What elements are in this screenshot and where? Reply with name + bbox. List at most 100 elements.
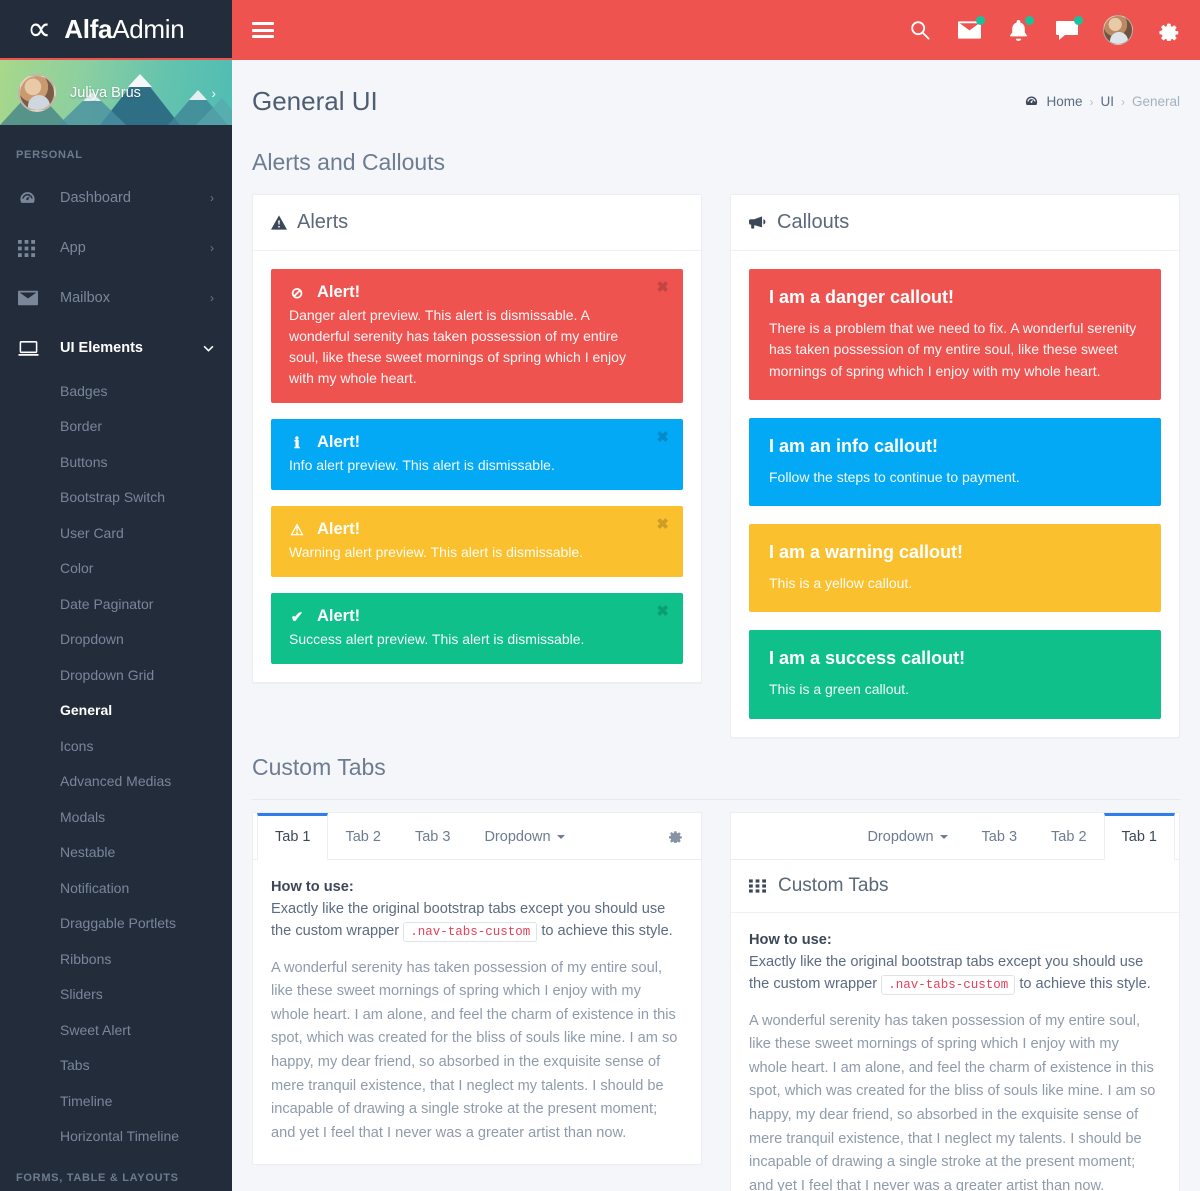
- close-icon[interactable]: ✖: [656, 604, 669, 619]
- close-icon[interactable]: ✖: [656, 430, 669, 445]
- sidebar-subitem-horizontal-timeline[interactable]: Horizontal Timeline: [0, 1119, 232, 1155]
- close-icon[interactable]: ✖: [656, 280, 669, 295]
- tab-2[interactable]: Tab 2: [328, 813, 397, 859]
- callout-title: I am a success callout!: [769, 648, 966, 669]
- callouts-card-title: Callouts: [777, 211, 850, 233]
- mail-icon[interactable]: [956, 16, 985, 43]
- brand-name-bold: Alfa: [64, 13, 113, 44]
- callout-text: This is a green callout.: [769, 681, 910, 698]
- howto-after: to achieve this style.: [1019, 976, 1151, 993]
- alerts-card: Alerts ⊘ Alert! Danger alert preview. Th…: [252, 194, 702, 683]
- breadcrumb-current: General: [1131, 94, 1180, 109]
- avatar[interactable]: [1103, 15, 1133, 45]
- section-title-alerts: Alerts and Callouts: [252, 149, 446, 175]
- sidebar-item-dashboard[interactable]: Dashboard ›: [0, 173, 232, 223]
- search-icon[interactable]: [907, 17, 933, 43]
- dashboard-icon: [1024, 94, 1039, 109]
- brand-logo-area[interactable]: ∝ AlfaAdmin: [0, 0, 232, 60]
- alert-title-row: ✔ Alert!: [289, 607, 643, 626]
- sidebar-subitem-buttons[interactable]: Buttons: [0, 444, 232, 480]
- sidebar-subitem-border[interactable]: Border: [0, 409, 232, 445]
- caret-down-icon: [939, 834, 948, 839]
- howto-label: How to use:: [271, 878, 354, 895]
- alert-warning: ⚠ Alert! Warning alert preview. This ale…: [271, 506, 683, 577]
- tab-1[interactable]: Tab 1: [1103, 812, 1175, 860]
- alert-danger: ⊘ Alert! Danger alert preview. This aler…: [271, 269, 683, 403]
- page-header: General UI Home › UI › General: [252, 60, 1180, 133]
- howto-text: How to use: Exactly like the original bo…: [749, 929, 1161, 996]
- sidebar-item-ui-elements[interactable]: UI Elements: [0, 323, 232, 373]
- alert-text: Info alert preview. This alert is dismis…: [289, 457, 555, 473]
- sidebar-subitem-dropdown-grid[interactable]: Dropdown Grid: [0, 657, 232, 693]
- sidebar-section-personal: PERSONAL: [16, 149, 83, 161]
- notification-dot: [1025, 16, 1034, 25]
- gear-icon[interactable]: [668, 828, 683, 844]
- sidebar-subitem-badges[interactable]: Badges: [0, 373, 232, 409]
- callouts-card: Callouts I am a danger callout! There is…: [730, 194, 1180, 738]
- main-area: General UI Home › UI › General Alerts an…: [232, 0, 1200, 1191]
- sidebar-subitem-timeline[interactable]: Timeline: [0, 1083, 232, 1119]
- callouts-card-body: I am a danger callout! There is a proble…: [731, 251, 1179, 737]
- sidebar-profile[interactable]: Juliya Brus ›: [0, 60, 232, 125]
- sidebar-item-mailbox[interactable]: Mailbox ›: [0, 273, 232, 323]
- sidebar-subitem-icons[interactable]: Icons: [0, 728, 232, 764]
- alert-title-row: ℹ Alert!: [289, 433, 643, 452]
- tab-dropdown[interactable]: Dropdown: [850, 813, 964, 859]
- sidebar-subitem-tabs[interactable]: Tabs: [0, 1048, 232, 1084]
- callout-title: I am a warning callout!: [769, 542, 964, 563]
- tab-3[interactable]: Tab 3: [965, 813, 1034, 859]
- sidebar: ∝ AlfaAdmin Juliya Brus › PERSONAL Dashb…: [0, 0, 232, 1191]
- sidebar-subitem-sweet-alert[interactable]: Sweet Alert: [0, 1012, 232, 1048]
- dashboard-icon: [18, 189, 46, 208]
- sidebar-subitem-advanced-medias[interactable]: Advanced Medias: [0, 764, 232, 800]
- sidebar-subitem-general[interactable]: General: [0, 693, 232, 729]
- alerts-callouts-row: Alerts ⊘ Alert! Danger alert preview. Th…: [252, 194, 1180, 738]
- sidebar-subitem-draggable-portlets[interactable]: Draggable Portlets: [0, 906, 232, 942]
- chevron-right-icon: ›: [210, 191, 214, 205]
- sidebar-subitem-modals[interactable]: Modals: [0, 799, 232, 835]
- tab-2[interactable]: Tab 2: [1034, 813, 1103, 859]
- tab-dropdown[interactable]: Dropdown: [467, 813, 581, 859]
- sidebar-subitem-bootstrap-switch[interactable]: Bootstrap Switch: [0, 480, 232, 516]
- sidebar-subitem-notification[interactable]: Notification: [0, 870, 232, 906]
- callout-text: Follow the steps to continue to payment.: [769, 468, 1020, 485]
- breadcrumb-ui[interactable]: UI: [1100, 94, 1114, 109]
- sidebar-subitem-user-card[interactable]: User Card: [0, 515, 232, 551]
- tabs-right-paragraph: A wonderful serenity has taken possessio…: [749, 1012, 1156, 1191]
- sidebar-subitem-color[interactable]: Color: [0, 551, 232, 587]
- alert-title: Alert!: [317, 283, 361, 301]
- sidebar-subitem-date-paginator[interactable]: Date Paginator: [0, 586, 232, 622]
- sidebar-subitem-ribbons[interactable]: Ribbons: [0, 941, 232, 977]
- chevron-down-icon: [203, 345, 214, 352]
- sidebar-subitem-dropdown[interactable]: Dropdown: [0, 622, 232, 658]
- chevron-right-icon: ›: [1120, 94, 1125, 109]
- brand-name: AlfaAdmin: [64, 14, 184, 45]
- chevron-right-icon: ›: [210, 291, 214, 305]
- alert-info: ℹ Alert! Info alert preview. This alert …: [271, 419, 683, 490]
- callout-info: I am an info callout! Follow the steps t…: [749, 417, 1161, 507]
- sidebar-subitem-nestable[interactable]: Nestable: [0, 835, 232, 871]
- tab-1[interactable]: Tab 1: [257, 812, 329, 860]
- gear-icon[interactable]: [1156, 17, 1182, 43]
- topbar: [232, 0, 1200, 60]
- check-icon: ✔: [290, 608, 304, 626]
- warning-triangle-icon: [271, 215, 287, 230]
- custom-tabs-row: Tab 1 Tab 2 Tab 3 Dropdown How to use: E…: [252, 811, 1180, 1191]
- hamburger-menu-icon[interactable]: [252, 19, 274, 42]
- howto-code: .nav-tabs-custom: [881, 975, 1016, 996]
- callout-text: There is a problem that we need to fix. …: [769, 320, 1137, 379]
- chat-icon[interactable]: [1054, 16, 1083, 43]
- bell-icon[interactable]: [1005, 16, 1034, 43]
- close-icon[interactable]: ✖: [656, 517, 669, 532]
- alert-text: Danger alert preview. This alert is dism…: [289, 307, 626, 386]
- sidebar-subitem-sliders[interactable]: Sliders: [0, 977, 232, 1013]
- tabs-right-nav: Dropdown Tab 3 Tab 2 Tab 1: [731, 812, 1179, 860]
- alert-title-row: ⊘ Alert!: [289, 283, 643, 302]
- chevron-right-icon[interactable]: ›: [211, 85, 216, 101]
- sidebar-item-app[interactable]: App ›: [0, 223, 232, 273]
- alert-title: Alert!: [317, 520, 361, 538]
- callout-success: I am a success callout! This is a green …: [749, 630, 1161, 719]
- tabs-left-body: How to use: Exactly like the original bo…: [253, 860, 701, 1164]
- breadcrumb-home[interactable]: Home: [1046, 94, 1082, 109]
- tab-3[interactable]: Tab 3: [398, 813, 467, 859]
